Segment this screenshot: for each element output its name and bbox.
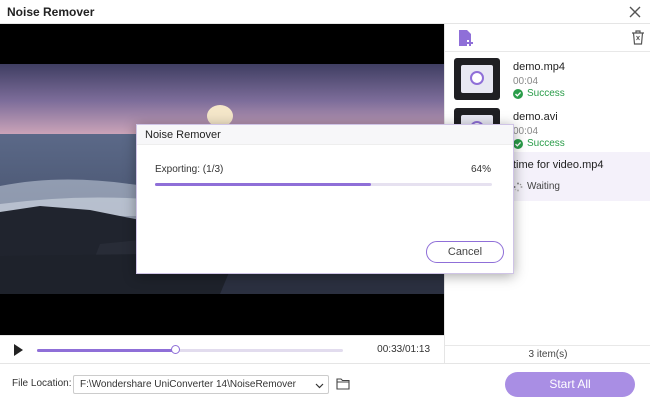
trash-icon[interactable]: [631, 30, 645, 45]
folder-icon[interactable]: [336, 377, 350, 390]
status-text: Success: [527, 88, 565, 99]
item-count: 3 item(s): [445, 345, 650, 363]
export-progress-bar: [155, 183, 492, 186]
file-name: demo.mp4: [513, 61, 565, 73]
dialog-title: Noise Remover: [145, 129, 221, 141]
export-percent: 64%: [470, 164, 491, 175]
export-status: Exporting: (1/3): [155, 164, 224, 175]
playback-time: 00:33/01:13: [377, 344, 430, 355]
status-text: Success: [527, 138, 565, 149]
file-item-1[interactable]: demo.mp4 00:04 Success: [445, 54, 650, 103]
dialog-title-bar: Noise Remover: [137, 125, 513, 145]
file-location-label: File Location:: [12, 378, 72, 389]
status-text: Waiting: [527, 181, 560, 192]
close-icon[interactable]: [626, 3, 644, 21]
cancel-button[interactable]: Cancel: [426, 241, 504, 263]
file-location-select[interactable]: F:\Wondershare UniConverter 14\NoiseRemo…: [73, 375, 329, 394]
status-badge: Success: [513, 138, 565, 149]
bottom-bar: File Location: F:\Wondershare UniConvert…: [0, 363, 650, 400]
chevron-down-icon[interactable]: [315, 381, 324, 390]
seek-bar[interactable]: [37, 345, 343, 354]
file-list-toolbar: [445, 24, 650, 52]
spinner-icon: [513, 182, 523, 191]
seek-handle[interactable]: [170, 345, 180, 354]
player-controls: 00:33/01:13: [0, 335, 444, 363]
export-progress-fill: [155, 183, 371, 186]
status-badge: Success: [513, 88, 565, 99]
check-circle-icon: [513, 88, 523, 99]
file-duration: 00:04: [513, 76, 539, 87]
file-location-path: F:\Wondershare UniConverter 14\NoiseRemo…: [80, 379, 297, 390]
seek-progress: [37, 349, 175, 352]
title-bar: Noise Remover: [0, 0, 650, 24]
file-name: time for video.mp4: [513, 159, 604, 171]
video-thumbnail: [454, 58, 500, 100]
window-title: Noise Remover: [7, 5, 95, 19]
export-dialog: Noise Remover Exporting: (1/3) 64% Cance…: [136, 124, 514, 274]
play-icon[interactable]: [11, 343, 25, 357]
check-circle-icon: [513, 138, 523, 149]
add-file-icon[interactable]: [456, 28, 476, 48]
start-all-button[interactable]: Start All: [505, 372, 635, 397]
file-name: demo.avi: [513, 111, 558, 123]
file-duration: 00:04: [513, 126, 539, 137]
status-badge: Waiting: [513, 181, 560, 192]
